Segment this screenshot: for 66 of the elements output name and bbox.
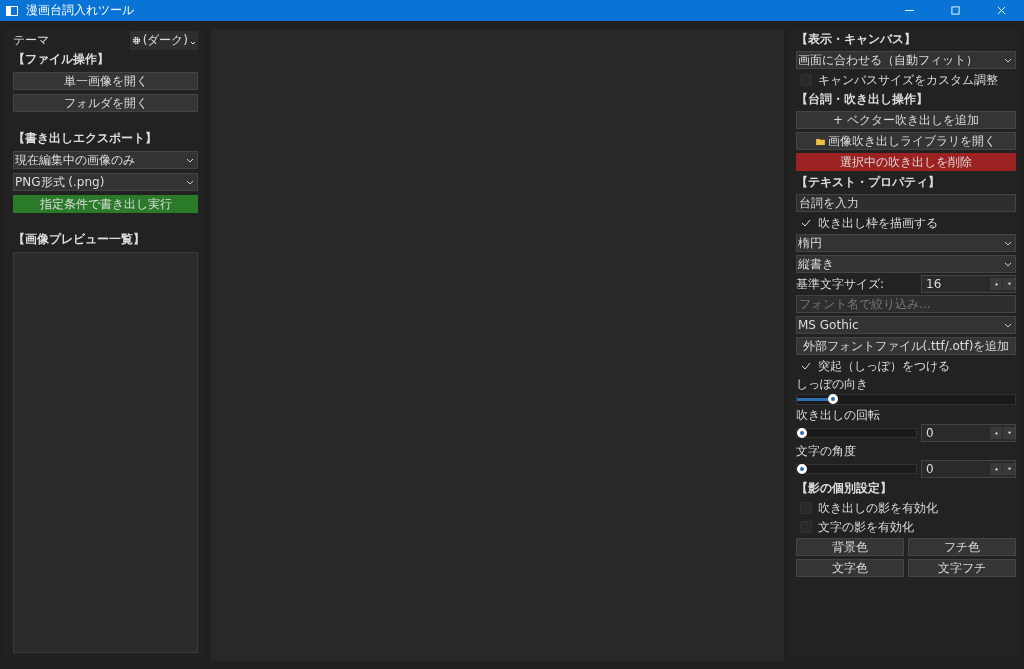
section-heading: 【画像プレビュー一覧】 — [13, 231, 146, 248]
spin-down-icon[interactable] — [1003, 278, 1015, 290]
checkbox-label: 突起（しっぽ）をつける — [818, 357, 950, 375]
spin-up-icon[interactable] — [990, 278, 1002, 290]
slider-thumb[interactable] — [828, 394, 839, 404]
theme-button[interactable]: (ダーク) — [129, 30, 198, 50]
chevron-down-icon — [1004, 261, 1012, 267]
chevron-down-icon — [1004, 240, 1012, 246]
number-field[interactable]: 0 — [921, 460, 1016, 478]
number-field[interactable]: 0 — [921, 424, 1016, 442]
dropdown[interactable]: MS Gothic — [796, 316, 1016, 334]
checkmark-icon[interactable] — [801, 362, 811, 370]
text-field[interactable]: 台詞を入力 — [796, 194, 1016, 212]
export-button[interactable]: 指定条件で書き出し実行 — [13, 195, 198, 213]
slider-fill — [797, 398, 830, 401]
action-button[interactable]: + ベクター吹き出しを追加 — [796, 111, 1016, 129]
color-button[interactable]: 背景色 — [796, 538, 904, 556]
dropdown[interactable]: 現在編集中の画像のみ — [13, 151, 198, 169]
spin-down-icon[interactable] — [1003, 427, 1015, 439]
delete-button[interactable]: 選択中の吹き出しを削除 — [796, 153, 1016, 171]
spin-down-icon[interactable] — [1003, 463, 1015, 475]
section-heading: 【ファイル操作】 — [13, 51, 110, 68]
folder-icon — [816, 137, 825, 145]
field-label: 基準文字サイズ: — [796, 277, 885, 291]
dropdown[interactable]: 画面に合わせる（自動フィット） — [796, 51, 1016, 69]
search-field[interactable]: フォント名で絞り込み... — [796, 295, 1016, 313]
section-heading: 【台詞・吹き出し操作】 — [796, 91, 929, 108]
slider-thumb[interactable] — [797, 428, 807, 438]
slider-label: しっぽの向き — [796, 377, 869, 391]
chevron-down-icon — [1004, 322, 1012, 328]
chevron-down-icon — [1004, 57, 1012, 63]
dropdown[interactable]: 縦書き — [796, 255, 1016, 273]
chevron-down-icon — [186, 179, 194, 185]
window-title: 漫画台詞入れツール — [26, 2, 134, 19]
gear-icon — [131, 35, 141, 45]
checkmark-icon[interactable] — [801, 219, 811, 227]
section-heading: 【表示・キャンバス】 — [796, 31, 917, 48]
dropdown[interactable]: 楕円 — [796, 234, 1016, 252]
chevron-down-icon — [186, 157, 194, 163]
section-heading: 【テキスト・プロパティ】 — [796, 174, 941, 191]
action-button[interactable]: 外部フォントファイル(.ttf/.otf)を追加 — [796, 337, 1016, 355]
app-icon — [6, 5, 18, 16]
library-button[interactable]: 画像吹き出しライブラリを開く — [796, 132, 1016, 150]
theme-label: テーマ — [13, 33, 49, 47]
dropdown[interactable]: PNG形式 (.png) — [13, 173, 198, 191]
slider-thumb[interactable] — [797, 464, 807, 474]
spin-up-icon[interactable] — [990, 427, 1002, 439]
slider[interactable] — [796, 394, 1016, 405]
checkbox-label: 文字の影を有効化 — [818, 518, 914, 536]
spin-up-icon[interactable] — [990, 463, 1002, 475]
checkbox-label: 吹き出しの影を有効化 — [818, 499, 938, 517]
action-button[interactable]: フォルダを開く — [13, 94, 198, 112]
color-button[interactable]: 文字フチ — [908, 559, 1016, 577]
slider[interactable] — [796, 428, 917, 438]
section-heading: 【影の個別設定】 — [796, 480, 893, 497]
slider-label: 吹き出しの回転 — [796, 408, 881, 422]
chevron-down-icon — [190, 40, 196, 45]
slider[interactable] — [796, 464, 917, 474]
checkbox-label: キャンバスサイズをカスタム調整 — [818, 71, 998, 89]
color-button[interactable]: 文字色 — [796, 559, 904, 577]
color-button[interactable]: フチ色 — [908, 538, 1016, 556]
section-heading: 【書き出しエクスポート】 — [13, 130, 158, 147]
action-button[interactable]: 単一画像を開く — [13, 72, 198, 90]
slider-label: 文字の角度 — [796, 444, 857, 458]
number-field[interactable]: 16 — [921, 275, 1016, 293]
checkbox-label: 吹き出し枠を描画する — [818, 214, 938, 232]
